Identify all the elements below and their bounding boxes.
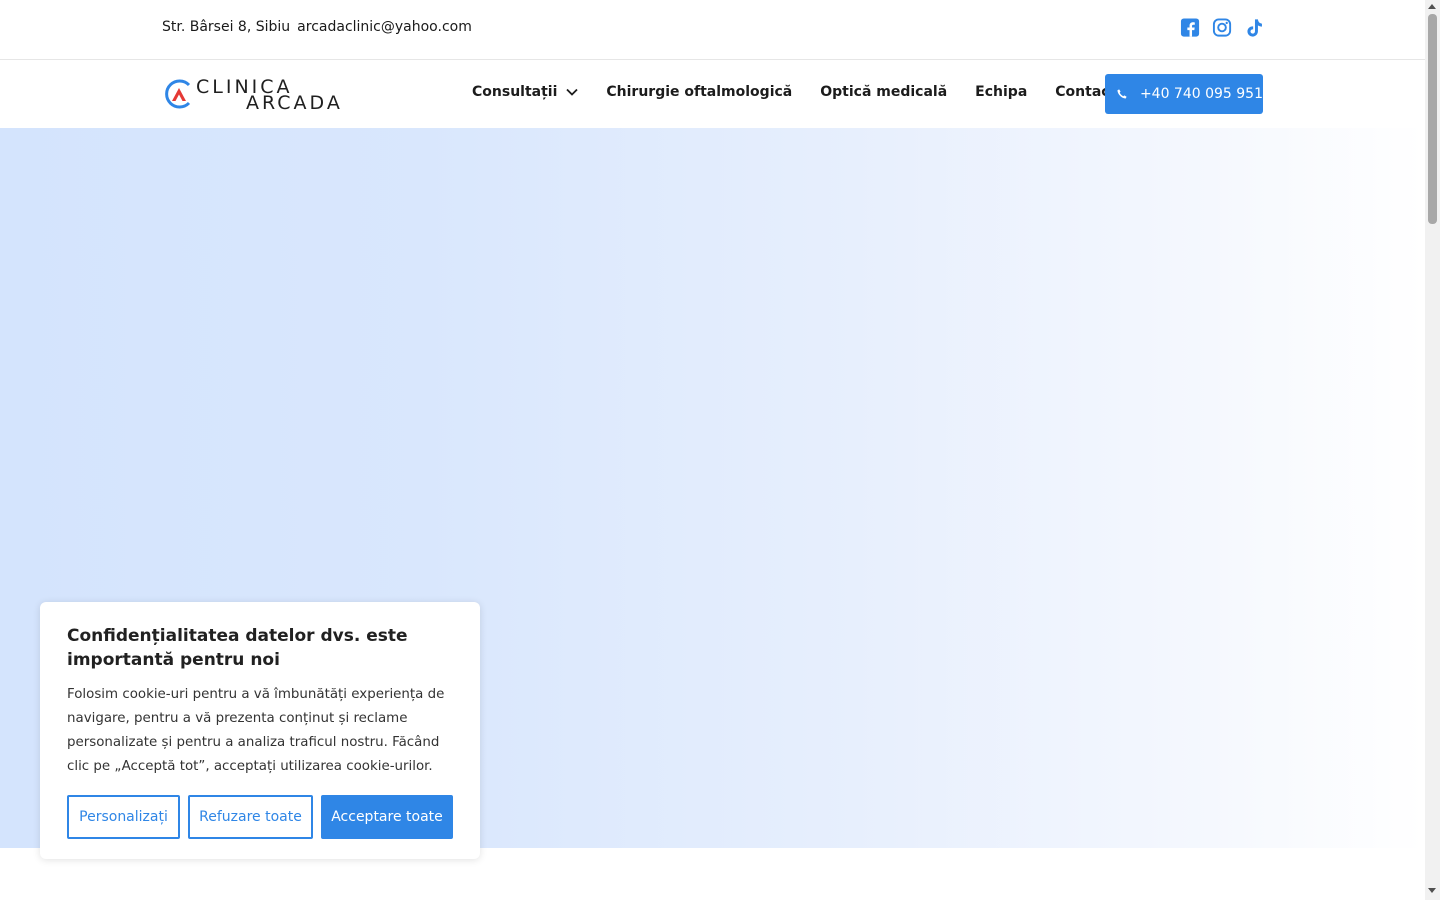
customize-button[interactable]: Personalizați [67,795,180,839]
scrollbar-thumb[interactable] [1428,14,1437,224]
logo-text-line2: ARCADA [246,92,343,114]
logo-mark-icon [165,79,191,109]
nav-item-optica[interactable]: Optică medicală [820,84,947,100]
main-nav: Consultații Chirurgie oftalmologică Opti… [472,84,1116,100]
email-link[interactable]: arcadaclinic@yahoo.com [297,19,472,35]
nav-item-label: Echipa [975,84,1028,100]
instagram-icon[interactable] [1212,17,1233,39]
chevron-down-icon [566,88,579,96]
top-bar: Str. Bârsei 8, Sibiu arcadaclinic@yahoo.c… [0,0,1425,60]
nav-item-chirurgie[interactable]: Chirurgie oftalmologică [606,84,792,100]
main-header: CLINICA ARCADA Consultații Chirurgie oft… [0,61,1425,128]
page-scrollbar[interactable] [1425,0,1440,900]
cookie-buttons: Personalizați Refuzare toate Acceptare t… [67,795,453,839]
tiktok-icon[interactable] [1244,17,1265,39]
contact-info: Str. Bârsei 8, Sibiu arcadaclinic@yahoo.c… [162,19,472,35]
nav-item-label: Optică medicală [820,84,948,100]
reject-all-button[interactable]: Refuzare toate [188,795,313,839]
cookie-title: Confidențialitatea datelor dvs. este imp… [67,626,408,670]
scroll-up-arrow-icon[interactable] [1428,4,1436,9]
nav-item-label: Consultații [472,84,558,100]
scroll-down-arrow-icon[interactable] [1428,888,1436,893]
phone-icon [1117,89,1127,99]
cookie-consent-banner: Confidențialitatea datelor dvs. este imp… [40,602,480,859]
social-links [1180,17,1265,39]
clinic-logo[interactable]: CLINICA ARCADA [162,77,352,114]
nav-item-label: Chirurgie oftalmologică [606,84,793,100]
facebook-icon[interactable] [1180,17,1201,39]
nav-item-echipa[interactable]: Echipa [975,84,1027,100]
cookie-text: Folosim cookie-uri pentru a vă îmbunătăț… [67,687,445,774]
page: Str. Bârsei 8, Sibiu arcadaclinic@yahoo.c… [0,0,1425,900]
accept-all-button[interactable]: Acceptare toate [321,795,453,839]
address-text: Str. Bârsei 8, Sibiu [162,19,291,35]
phone-button[interactable]: +40 740 095 951 [1105,74,1263,114]
nav-item-consultatii[interactable]: Consultații [472,84,579,100]
phone-button-label: +40 740 095 951 [1139,86,1263,102]
